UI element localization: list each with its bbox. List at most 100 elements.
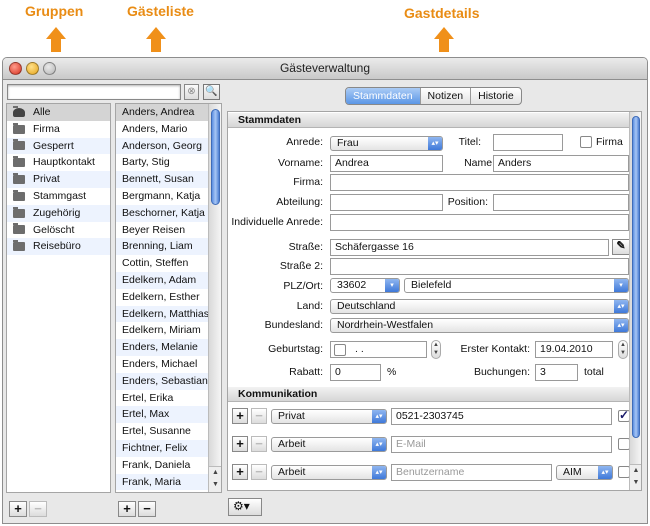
guest-row[interactable]: Edelkern, Adam — [116, 271, 221, 289]
guest-row[interactable]: Ertel, Erika — [116, 390, 221, 407]
guest-row[interactable]: Brenning, Liam — [116, 238, 221, 256]
scroll-arrows[interactable]: ▲ ▼ — [209, 466, 221, 492]
individuelle-anrede-label: Individuelle Anrede: — [231, 216, 323, 228]
rabatt-field[interactable]: 0 — [330, 364, 381, 381]
search-input[interactable] — [7, 84, 181, 100]
tab-stammdaten[interactable]: Stammdaten — [346, 88, 421, 104]
folder-icon — [13, 122, 25, 134]
guest-row[interactable]: Anders, Andrea — [116, 104, 221, 121]
remove-comm-button[interactable]: − — [251, 408, 267, 424]
guest-list-scrollbar[interactable]: ▲ ▼ — [208, 104, 221, 492]
guest-row[interactable]: Anders, Mario — [116, 121, 221, 138]
vorname-label: Vorname: — [278, 157, 323, 169]
guest-row[interactable]: Barty, Stig — [116, 154, 221, 171]
group-item[interactable]: Zugehörig — [7, 204, 110, 222]
group-item[interactable]: Reisebüro — [7, 238, 110, 256]
comm-type-select[interactable]: Privat ▴▾ — [271, 409, 387, 424]
ort-combo[interactable]: Bielefeld ▾ — [404, 278, 629, 293]
email-field[interactable]: E-Mail — [391, 436, 612, 453]
guest-row[interactable]: Enders, Sebastian — [116, 372, 221, 390]
strasse2-field[interactable] — [330, 258, 629, 275]
firma-checkbox[interactable] — [580, 136, 592, 148]
guest-row[interactable]: Ertel, Max — [116, 406, 221, 424]
guest-row[interactable]: Anderson, Georg — [116, 137, 221, 155]
im-service-select[interactable]: AIM ▴▾ — [556, 465, 613, 480]
folder-icon — [13, 189, 25, 201]
guest-row[interactable]: Edelkern, Esther — [116, 289, 221, 306]
scroll-arrows[interactable]: ▲ ▼ — [630, 464, 641, 490]
erster-kontakt-stepper[interactable]: ▲ ▼ — [618, 340, 628, 359]
titel-field[interactable] — [493, 134, 563, 151]
group-label: Firma — [33, 122, 60, 135]
group-label: Privat — [33, 173, 60, 186]
remove-group-button[interactable]: − — [29, 501, 47, 517]
arrow-up-icon — [434, 27, 454, 53]
add-comm-button[interactable]: + — [232, 436, 248, 452]
strasse-field[interactable]: Schäfergasse 16 — [330, 239, 609, 256]
group-item[interactable]: Gesperrt — [7, 137, 110, 155]
comm-type-select[interactable]: Arbeit ▴▾ — [271, 465, 387, 480]
detail-scrollbar[interactable]: ▲ ▼ — [629, 112, 641, 490]
position-field[interactable] — [493, 194, 629, 211]
zoom-button[interactable] — [43, 62, 56, 75]
group-item[interactable]: Firma — [7, 121, 110, 138]
scroll-thumb[interactable] — [211, 109, 220, 205]
guest-row[interactable]: Enders, Melanie — [116, 339, 221, 356]
group-item[interactable]: Privat — [7, 171, 110, 188]
guest-row[interactable]: Enders, Michael — [116, 356, 221, 373]
magnifier-icon[interactable]: 🔍 — [203, 84, 220, 100]
annotation-groups: Gruppen — [25, 3, 84, 19]
name-field[interactable]: Anders — [493, 155, 629, 172]
firma-checkbox-label: Firma — [596, 136, 623, 148]
close-button[interactable] — [9, 62, 22, 75]
guest-row[interactable]: Frank, Maria — [116, 473, 221, 491]
vorname-field[interactable]: Andrea — [330, 155, 443, 172]
add-comm-button[interactable]: + — [232, 464, 248, 480]
geburtstag-checkbox[interactable] — [334, 344, 346, 356]
group-item[interactable]: Gelöscht — [7, 222, 110, 239]
land-select[interactable]: Deutschland ▴▾ — [330, 299, 629, 314]
guest-row[interactable]: Beschorner, Katja — [116, 204, 221, 222]
guest-row[interactable]: Fichtner, Felix — [116, 439, 221, 457]
guest-row[interactable]: Beyer Reisen — [116, 222, 221, 239]
anrede-label: Anrede: — [286, 136, 323, 148]
erster-kontakt-field[interactable]: 19.04.2010 — [535, 341, 613, 358]
guest-row[interactable]: Frank, Daniela — [116, 457, 221, 474]
anrede-select[interactable]: Frau ▴▾ — [330, 136, 443, 151]
guest-row[interactable]: Edelkern, Miriam — [116, 322, 221, 339]
add-comm-button[interactable]: + — [232, 408, 248, 424]
comm-value-field[interactable]: 0521-2303745 — [391, 408, 612, 425]
titel-label: Titel: — [458, 136, 481, 148]
guest-row[interactable]: Ertel, Susanne — [116, 423, 221, 440]
pencil-icon[interactable]: ✎ — [612, 239, 630, 255]
add-guest-button[interactable]: + — [118, 501, 136, 517]
individuelle-anrede-field[interactable] — [330, 214, 629, 231]
comm-type-select[interactable]: Arbeit ▴▾ — [271, 437, 387, 452]
guest-row[interactable]: Edelkern, Matthias — [116, 305, 221, 323]
guest-row[interactable]: Bergmann, Katja — [116, 188, 221, 205]
clear-circle-icon[interactable]: ⊗ — [184, 84, 199, 100]
rabatt-label: Rabatt: — [289, 366, 323, 378]
remove-comm-button[interactable]: − — [251, 464, 267, 480]
geburtstag-label: Geburtstag: — [268, 343, 323, 355]
plz-combo[interactable]: 33602 ▾ — [330, 278, 400, 293]
remove-guest-button[interactable]: − — [138, 501, 156, 517]
username-field[interactable]: Benutzername — [391, 464, 552, 481]
bundesland-select[interactable]: Nordrhein-Westfalen ▴▾ — [330, 318, 629, 333]
tab-historie[interactable]: Historie — [471, 88, 521, 104]
group-item[interactable]: Hauptkontakt — [7, 154, 110, 171]
minimize-button[interactable] — [26, 62, 39, 75]
group-item[interactable]: Stammgast — [7, 188, 110, 205]
firma-field[interactable] — [330, 174, 629, 191]
abteilung-field[interactable] — [330, 194, 443, 211]
tab-notizen[interactable]: Notizen — [421, 88, 472, 104]
remove-comm-button[interactable]: − — [251, 436, 267, 452]
group-item[interactable]: Alle — [7, 104, 110, 121]
guest-row[interactable]: Bennett, Susan — [116, 171, 221, 188]
add-group-button[interactable]: + — [9, 501, 27, 517]
gear-icon[interactable]: ⚙▾ — [228, 498, 262, 516]
guest-row[interactable]: Cottin, Steffen — [116, 255, 221, 272]
scroll-thumb[interactable] — [632, 116, 640, 438]
buchungen-field[interactable]: 3 — [535, 364, 578, 381]
geburtstag-stepper[interactable]: ▲ ▼ — [431, 340, 441, 359]
